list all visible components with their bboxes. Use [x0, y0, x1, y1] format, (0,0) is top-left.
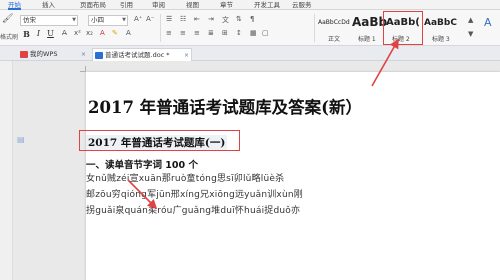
left-navigation-strip	[0, 61, 13, 280]
style-normal-sample: AaBbCcDd	[318, 19, 350, 26]
highlight-icon[interactable]: ✎	[112, 29, 118, 37]
style-heading-3[interactable]: AaBbC 标题 3	[424, 13, 464, 43]
decrease-indent-icon[interactable]: ⇤	[194, 15, 200, 23]
italic-button[interactable]: I	[34, 29, 43, 39]
body-line[interactable]: 邮zōu穷qióng军jūn邢xíng兄xiōng远yuǎn训xùn刚	[86, 187, 303, 200]
font-size-select[interactable]: 小四 ▼	[88, 15, 128, 26]
distributed-icon[interactable]: ⊞	[222, 29, 228, 37]
bullet-list-icon[interactable]: ☰	[166, 15, 172, 23]
strikethrough-icon[interactable]: A̶	[62, 29, 67, 37]
style-heading-1-sample: AaBb	[352, 15, 388, 29]
tab-references[interactable]: 引用	[120, 0, 133, 10]
close-icon[interactable]: ×	[81, 48, 86, 61]
tab-developer[interactable]: 开发工具	[254, 0, 280, 10]
body-line[interactable]: 女nǔ贼zéi宣xuān那ruò童tóng思sī卯lǔ略lüè杀	[86, 171, 284, 184]
document-tab-bar: 我的WPS × 普通话考试试题.doc * ×	[0, 46, 500, 61]
ribbon-panel: 🖌 格式刷 仿宋 ▼ 小四 ▼ A⁺ A⁻ B I U A̶ x² x₂ A ✎…	[0, 10, 500, 46]
style-normal[interactable]: AaBbCcDd 正文	[318, 13, 354, 43]
style-heading-3-label: 标题 3	[432, 36, 450, 43]
numbered-list-icon[interactable]: ☷	[180, 15, 186, 23]
shrink-font-icon[interactable]: A⁻	[146, 15, 154, 23]
style-heading-1-label: 标题 1	[358, 36, 376, 43]
subscript-icon[interactable]: x₂	[86, 29, 93, 37]
tab-page-layout[interactable]: 页面布局	[80, 0, 106, 10]
paragraph-marker-icon: ▤	[17, 135, 25, 144]
line-spacing-icon[interactable]: ↕	[236, 29, 242, 37]
align-center-icon[interactable]: ≡	[180, 29, 186, 37]
styles-expand-icon[interactable]: ▼	[468, 30, 473, 38]
file-tab-my-wps[interactable]: 我的WPS ×	[18, 48, 88, 61]
section-heading[interactable]: 一、读单音节字词 100 个	[86, 157, 198, 171]
heading-2-highlight-box	[383, 11, 423, 45]
new-style-icon[interactable]: A	[484, 16, 492, 29]
increase-indent-icon[interactable]: ⇥	[208, 15, 214, 23]
font-name-select[interactable]: 仿宋 ▼	[20, 15, 78, 26]
tab-home[interactable]: 开始	[8, 0, 21, 10]
align-left-icon[interactable]: ≡	[166, 29, 172, 37]
file-tab-label: 普通话考试试题.doc *	[105, 51, 170, 59]
format-painter-icon[interactable]: 🖌	[2, 14, 13, 24]
wps-icon	[20, 51, 28, 58]
tab-section[interactable]: 章节	[220, 0, 233, 10]
page-corner-mark	[80, 66, 86, 72]
underline-button[interactable]: U	[46, 29, 55, 39]
chevron-down-icon[interactable]: ▼	[72, 16, 76, 25]
bold-button[interactable]: B	[22, 29, 31, 39]
font-color-icon[interactable]: A	[100, 29, 105, 37]
document-heading[interactable]: 2017 年普通话考试题库(一)	[86, 135, 228, 150]
align-right-icon[interactable]: ≡	[194, 29, 200, 37]
text-effect-icon[interactable]: A	[126, 29, 131, 37]
file-tab-label: 我的WPS	[30, 50, 58, 58]
format-painter-label[interactable]: 格式刷	[0, 32, 18, 41]
border-icon[interactable]: ▢	[262, 29, 269, 37]
styles-more-icon[interactable]: ▲	[468, 16, 473, 24]
ribbon-divider	[160, 14, 161, 42]
font-name-value: 仿宋	[23, 16, 36, 24]
tab-cloud-service[interactable]: 云服务	[292, 0, 312, 10]
show-marks-icon[interactable]: ¶	[250, 15, 254, 23]
shading-icon[interactable]: ▦	[250, 29, 257, 37]
tab-view[interactable]: 视图	[186, 0, 199, 10]
file-tab-document[interactable]: 普通话考试试题.doc * ×	[92, 48, 192, 61]
body-line[interactable]: 拐guǎi泉quán柔róu广guǎng堆duī怀huái捉duǒ亦	[86, 203, 300, 216]
document-title[interactable]: 2017 年普通话考试题库及答案(新）	[88, 94, 362, 118]
tab-insert[interactable]: 插入	[42, 0, 55, 10]
superscript-icon[interactable]: x²	[74, 29, 81, 37]
tab-review[interactable]: 审阅	[152, 0, 165, 10]
chevron-down-icon[interactable]: ▼	[122, 16, 126, 25]
ribbon-tab-bar: 开始 插入 页面布局 引用 审阅 视图 章节 开发工具 云服务	[0, 0, 500, 10]
chinese-layout-icon[interactable]: 文	[222, 15, 229, 25]
style-normal-label: 正文	[328, 36, 341, 43]
ribbon-divider	[314, 14, 315, 42]
font-size-value: 小四	[91, 16, 104, 24]
word-doc-icon	[95, 52, 103, 59]
grow-font-icon[interactable]: A⁺	[134, 15, 142, 23]
sort-icon[interactable]: ⇅	[236, 15, 242, 23]
justify-icon[interactable]: ≣	[208, 29, 214, 37]
style-heading-3-sample: AaBbC	[424, 18, 457, 28]
